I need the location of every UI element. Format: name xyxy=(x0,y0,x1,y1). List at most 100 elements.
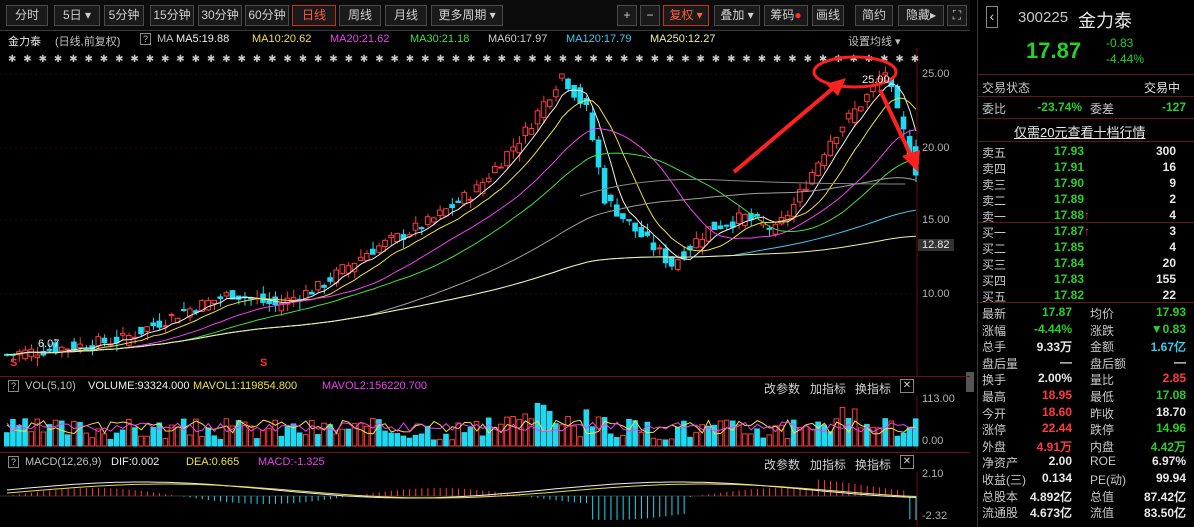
macd-add-indicator-button[interactable]: 加指标 xyxy=(810,456,846,473)
candle-body xyxy=(119,332,126,336)
volume-bar xyxy=(278,435,285,447)
ma-toggle-icon[interactable]: ? xyxy=(140,33,152,45)
macd-swap-indicator-button[interactable]: 换指标 xyxy=(855,456,891,473)
event-marker-icon: ✱ xyxy=(697,54,705,65)
simple-button[interactable]: 简约 xyxy=(855,5,893,26)
candle-body xyxy=(467,198,474,201)
chips-dot-icon: ● xyxy=(794,8,802,22)
candle-body xyxy=(534,110,541,125)
volume-bar xyxy=(607,433,614,447)
candle-body xyxy=(693,238,699,249)
stat-v1: 2.00% xyxy=(1037,371,1072,386)
volume-bar xyxy=(650,437,657,447)
candle-body xyxy=(510,146,516,152)
macd-close-icon[interactable]: ✕ xyxy=(900,455,914,469)
tab-30min[interactable]: 30分钟 xyxy=(198,5,242,26)
vol-add-indicator-button[interactable]: 加指标 xyxy=(810,380,846,397)
stat-v2: 6.97% xyxy=(1151,454,1186,469)
stat-v2: 18.70 xyxy=(1155,404,1186,419)
tab-intraday[interactable]: 分时 xyxy=(6,5,48,26)
stat-l1: 最高 xyxy=(982,390,1007,404)
chart-toolbar: 分时 5日 ▾ 5分钟 15分钟 30分钟 60分钟 日线 周线 月线 更多周期… xyxy=(0,0,970,31)
volume-bar xyxy=(16,425,22,447)
macd-change-params-button[interactable]: 改参数 xyxy=(764,456,800,473)
level10-link[interactable]: 仅需20元查看十档行情 xyxy=(1014,122,1145,141)
macd-axis-max: 2.10 xyxy=(922,468,944,480)
zoom-out-button[interactable]: − xyxy=(640,5,660,26)
volume-bar xyxy=(540,404,547,447)
tab-more-periods[interactable]: 更多周期 ▾ xyxy=(431,5,503,26)
candle-body xyxy=(22,349,28,360)
event-marker-icon: ✱ xyxy=(222,54,230,65)
stock-code: 300225 xyxy=(1018,9,1069,26)
volume-bar xyxy=(144,435,150,447)
buy-volume: 4 xyxy=(1169,240,1176,254)
candle-body xyxy=(601,168,608,204)
zoom-in-button[interactable]: + xyxy=(617,5,637,26)
tab-daily[interactable]: 日线 xyxy=(292,5,336,26)
ma-settings-button[interactable]: 设置均线 ▾ xyxy=(848,33,901,49)
candle-body xyxy=(144,326,150,332)
panel-collapse-icon[interactable]: ‹ xyxy=(986,6,998,28)
tab-5day-label: 5日 xyxy=(62,8,82,22)
fullscreen-icon[interactable]: ⛶ xyxy=(947,5,967,26)
candle-body xyxy=(418,227,425,230)
event-marker-icon: ✱ xyxy=(299,54,307,65)
volume-bar xyxy=(748,433,754,447)
stat-v1: — xyxy=(1060,354,1072,369)
volume-bar xyxy=(614,437,620,447)
mavol1-value: MAVOL1:119854.800 xyxy=(193,380,298,392)
event-marker-icon: ✱ xyxy=(895,54,903,65)
candlestick-chart[interactable]: ✱ ✱ ✱ ✱ ✱ ✱ ✱ ✱ ✱ ✱ ✱ ✱ ✱ ✱ ✱ ✱ ✱ ✱ ✱ ✱ ✱ ✱ ✱ ✱ ✱ ✱ ✱ ✱ ✱ ✱ ✱ ✱ ✱ ✱ ✱ ✱ ✱ ✱ ✱ ✱… xyxy=(0,48,970,376)
buy-price: 17.85 xyxy=(1053,240,1084,254)
event-marker-icon: ✱ xyxy=(788,54,796,65)
candle-body xyxy=(699,238,706,248)
trade-status-value: 交易中 xyxy=(1144,81,1181,95)
stat-v2: 17.93 xyxy=(1155,305,1186,319)
tab-15min[interactable]: 15分钟 xyxy=(150,5,194,26)
tab-5day[interactable]: 5日 ▾ xyxy=(54,5,100,26)
event-marker-icon: ✱ xyxy=(911,54,919,65)
vol-toggle-icon[interactable]: ? xyxy=(8,380,20,392)
vol-close-icon[interactable]: ✕ xyxy=(900,379,914,393)
high-price-marker: 25.00 xyxy=(862,74,890,86)
event-marker-icon: ✱ xyxy=(620,54,628,65)
tab-60min[interactable]: 60分钟 xyxy=(245,5,289,26)
current-price: 17.87 xyxy=(1026,38,1082,63)
chips-button[interactable]: 筹码● xyxy=(764,5,808,26)
sell-level-label: 卖二 xyxy=(982,194,1007,208)
fuquan-button[interactable]: 复权 ▾ xyxy=(663,5,709,26)
volume-bar xyxy=(211,435,217,447)
overlay-button[interactable]: 叠加 ▾ xyxy=(714,5,760,26)
volume-bar xyxy=(528,418,535,447)
candle-body xyxy=(376,245,382,253)
vol-change-params-button[interactable]: 改参数 xyxy=(764,380,800,397)
candle-body xyxy=(150,322,156,327)
tab-5min[interactable]: 5分钟 xyxy=(104,5,144,26)
tab-weekly[interactable]: 周线 xyxy=(339,5,381,26)
draw-line-button[interactable]: 画线 xyxy=(812,5,844,26)
panel-resize-handle[interactable] xyxy=(966,372,974,392)
macd-toggle-icon[interactable]: ? xyxy=(8,456,20,468)
sell-volume: 2 xyxy=(1169,192,1176,206)
volume-bar xyxy=(760,437,767,447)
vol-swap-indicator-button[interactable]: 换指标 xyxy=(855,380,891,397)
volume-chart xyxy=(4,396,919,450)
volume-bar xyxy=(266,428,272,447)
candle-body xyxy=(559,73,565,79)
stat-v1: 18.60 xyxy=(1041,404,1072,419)
candle-body xyxy=(656,247,663,250)
sell-price: 17.93 xyxy=(1053,144,1084,158)
buy-level-label: 买三 xyxy=(982,258,1007,272)
volume-bar xyxy=(180,418,187,447)
event-marker-icon: ✱ xyxy=(436,54,444,65)
tab-monthly[interactable]: 月线 xyxy=(385,5,427,26)
event-marker-icon: ✱ xyxy=(482,54,490,65)
candle-body xyxy=(839,126,846,133)
hide-button[interactable]: 隐藏▸ xyxy=(898,5,944,26)
signal-s-icon: S xyxy=(260,357,267,369)
candle-body xyxy=(504,151,510,167)
candle-body xyxy=(315,280,321,291)
volume-bar xyxy=(687,436,693,447)
volume-bar xyxy=(498,423,504,447)
